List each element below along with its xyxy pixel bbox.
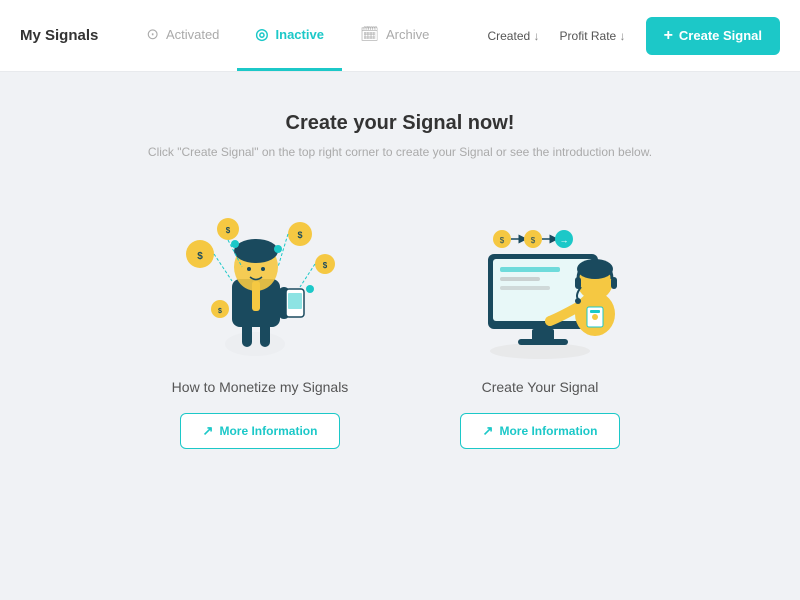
cards-row: $ $ $ $ $ xyxy=(160,199,640,449)
header-right: Created ↓ Profit Rate ↓ + Create Signal xyxy=(487,17,780,55)
svg-text:$: $ xyxy=(500,236,505,245)
monetize-more-info-label: More Information xyxy=(219,424,317,438)
inactive-icon: ◎ xyxy=(255,25,268,43)
svg-text:$: $ xyxy=(226,226,231,235)
monetize-more-info-button[interactable]: ↗ More Information xyxy=(180,413,341,449)
tab-archive-label: Archive xyxy=(386,27,429,42)
archive-icon: 🗓 xyxy=(360,25,379,43)
svg-text:$: $ xyxy=(197,251,203,262)
card-monetize-label: How to Monetize my Signals xyxy=(172,379,349,395)
sort-profit-rate[interactable]: Profit Rate ↓ xyxy=(560,29,626,43)
svg-text:$: $ xyxy=(297,230,302,240)
tab-archive[interactable]: 🗓 Archive xyxy=(342,0,447,71)
create-signal-label: Create Signal xyxy=(679,28,762,43)
create-signal-more-info-button[interactable]: ↗ More Information xyxy=(460,413,621,449)
arrow-icon: ↗ xyxy=(203,423,214,439)
tab-inactive-label: Inactive xyxy=(276,27,324,42)
card-create-signal: $ $ → Create Your Signal ↗ M xyxy=(440,199,640,449)
tab-activated[interactable]: ⊙ Activated xyxy=(128,0,237,71)
svg-text:$: $ xyxy=(531,236,536,245)
create-signal-button[interactable]: + Create Signal xyxy=(646,17,780,55)
main-content: Create your Signal now! Click "Create Si… xyxy=(0,72,800,489)
section-subtitle: Click "Create Signal" on the top right c… xyxy=(148,145,652,159)
header: My Signals ⊙ Activated ◎ Inactive 🗓 Arch… xyxy=(0,0,800,72)
tabs-nav: ⊙ Activated ◎ Inactive 🗓 Archive xyxy=(128,0,447,71)
create-signal-more-info-label: More Information xyxy=(499,424,597,438)
arrow-icon-2: ↗ xyxy=(483,423,494,439)
section-title: Create your Signal now! xyxy=(286,112,515,135)
svg-text:$: $ xyxy=(323,261,328,270)
tab-activated-label: Activated xyxy=(166,27,219,42)
svg-text:→: → xyxy=(560,235,569,245)
create-signal-illustration: $ $ → xyxy=(450,199,630,359)
page-title: My Signals xyxy=(20,27,98,44)
monetize-illustration: $ $ $ $ $ xyxy=(170,199,350,359)
sort-created[interactable]: Created ↓ xyxy=(487,29,539,43)
plus-icon: + xyxy=(664,27,673,45)
activated-icon: ⊙ xyxy=(146,25,159,43)
tab-inactive[interactable]: ◎ Inactive xyxy=(237,0,342,71)
svg-text:$: $ xyxy=(218,308,222,315)
card-create-signal-label: Create Your Signal xyxy=(482,379,599,395)
card-monetize: $ $ $ $ $ xyxy=(160,199,360,449)
